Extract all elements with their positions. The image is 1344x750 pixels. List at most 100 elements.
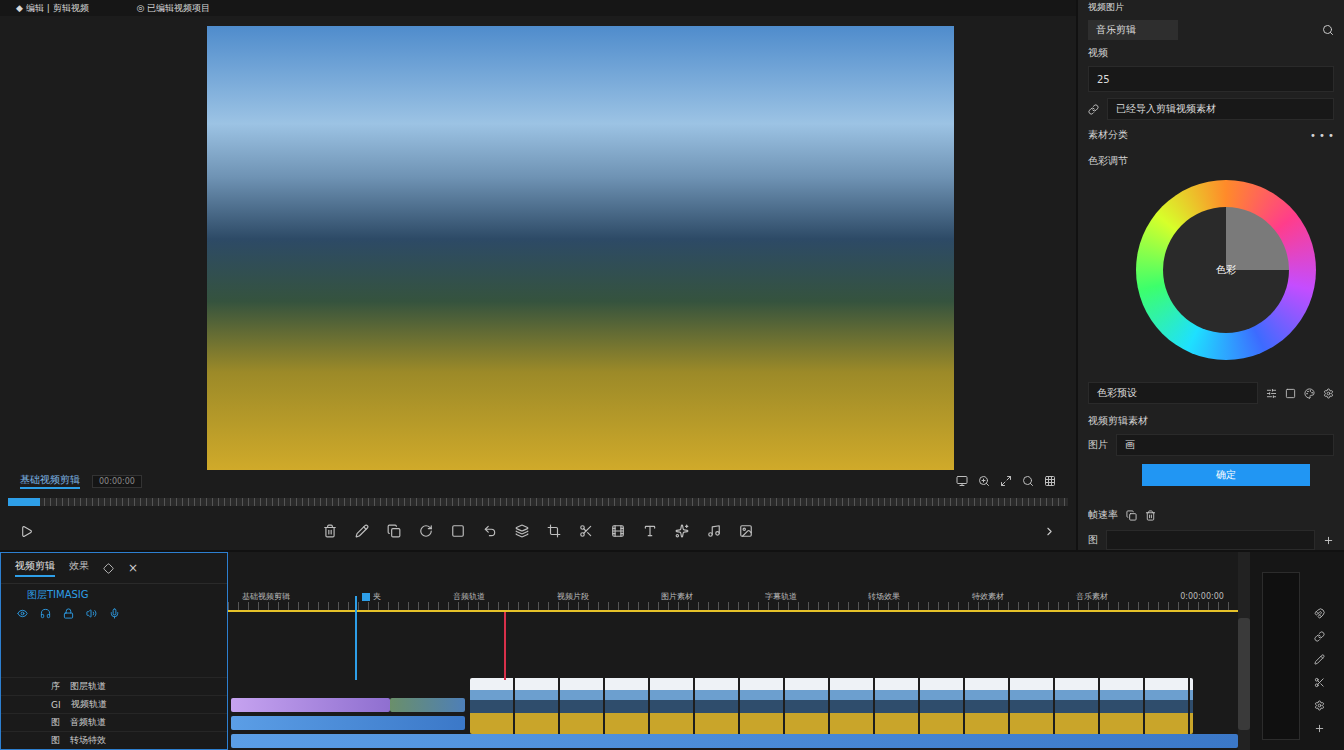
image-label: 图片: [1088, 438, 1108, 452]
viewer-title[interactable]: 基础视频剪辑: [20, 473, 80, 489]
layers-icon[interactable]: [515, 524, 529, 538]
clip[interactable]: [231, 698, 390, 712]
apply-button[interactable]: 确定: [1142, 464, 1310, 486]
footer-field[interactable]: [1106, 530, 1315, 550]
import-field[interactable]: 已经导入剪辑视频素材: [1107, 98, 1334, 120]
close-button[interactable]: ×: [128, 561, 138, 575]
inspector-title: 视频图片: [1088, 0, 1334, 14]
diamond-icon[interactable]: [103, 563, 114, 574]
timecode[interactable]: 00:00:00: [92, 475, 142, 488]
timeline-scrollbar[interactable]: [1238, 552, 1250, 750]
project-title[interactable]: ◎ 已编辑视频项目: [137, 2, 211, 15]
preset-field[interactable]: 色彩预设: [1088, 382, 1258, 404]
magnet-icon[interactable]: [1314, 608, 1325, 619]
ruler-label: 基础视频剪辑: [242, 591, 290, 602]
marker-line[interactable]: [355, 596, 357, 680]
layer-panel: 视频剪辑效果 × 图层TIMASIG 序图层轨道GI视频轨道图音频轨道图转场特效: [0, 552, 228, 750]
color-wheel[interactable]: 色彩: [1136, 180, 1316, 360]
zoom-icon[interactable]: [978, 475, 990, 487]
settings-icon[interactable]: [1314, 700, 1325, 711]
ruler-label: 转场效果: [868, 591, 900, 602]
more-button[interactable]: • • •: [1310, 130, 1334, 141]
preview-frame: [207, 26, 954, 470]
trash-icon[interactable]: [323, 524, 337, 538]
settings-icon[interactable]: [1323, 388, 1334, 399]
scrub-bar[interactable]: [8, 498, 1068, 506]
search-icon[interactable]: [1322, 24, 1334, 36]
track-label[interactable]: 图转场特效: [1, 731, 227, 749]
viewer-column: ◆ 编辑 | 剪辑视频 ◎ 已编辑视频项目基础视频剪辑 00:00:00: [0, 0, 1076, 550]
clip[interactable]: [390, 698, 466, 712]
plus-icon[interactable]: [1323, 535, 1334, 546]
track-label[interactable]: 序图层轨道: [1, 677, 227, 695]
panel-tab[interactable]: 效果: [69, 559, 89, 577]
top-bar: ◆ 编辑 | 剪辑视频 ◎ 已编辑视频项目: [0, 0, 1076, 16]
scissors-icon[interactable]: [579, 524, 593, 538]
inspector-panel: 视频图片音乐剪辑视频25已经导入剪辑视频素材素材分类• • •色彩调节色彩色彩预…: [1076, 0, 1344, 550]
category-label: 素材分类: [1088, 128, 1128, 142]
link-icon[interactable]: [1088, 104, 1099, 115]
work-area-line: [228, 610, 1238, 612]
monitor-icon[interactable]: [956, 475, 968, 487]
chevron-icon[interactable]: [1043, 525, 1056, 538]
scissors-icon[interactable]: [1314, 677, 1325, 688]
sparkles-icon[interactable]: [675, 524, 689, 538]
pencil-icon[interactable]: [355, 524, 369, 538]
grid-icon[interactable]: [1044, 475, 1056, 487]
timeline: 基础视频剪辑夹音频轨道视频片段图片素材字幕轨道转场效果特效素材音乐素材0:00:…: [228, 552, 1250, 750]
color-wheel-center: 色彩: [1163, 207, 1289, 333]
image-field[interactable]: 画: [1116, 434, 1334, 456]
film-icon[interactable]: [611, 524, 625, 538]
volume-icon[interactable]: [86, 608, 97, 619]
track-label[interactable]: 图音频轨道: [1, 713, 227, 731]
rotate-icon[interactable]: [419, 524, 433, 538]
ruler-label: 字幕轨道: [765, 591, 797, 602]
value-field[interactable]: 25: [1088, 66, 1334, 92]
image-icon[interactable]: [739, 524, 753, 538]
app-title[interactable]: ◆ 编辑 | 剪辑视频: [16, 2, 89, 15]
plus-icon[interactable]: [1314, 723, 1325, 734]
type-icon[interactable]: [643, 524, 657, 538]
tool-row: [0, 512, 1076, 550]
side-column: [1250, 552, 1344, 750]
main-area: ◆ 编辑 | 剪辑视频 ◎ 已编辑视频项目基础视频剪辑 00:00:00 视频图片音乐…: [0, 0, 1344, 550]
palette-icon[interactable]: [1304, 388, 1315, 399]
maximize-icon[interactable]: [1000, 475, 1012, 487]
lock-icon[interactable]: [63, 608, 74, 619]
clip[interactable]: [470, 678, 1192, 734]
preview-stage: [0, 16, 1076, 470]
color-title: 色彩调节: [1088, 150, 1334, 168]
crop-icon[interactable]: [547, 524, 561, 538]
bottom-area: 视频剪辑效果 × 图层TIMASIG 序图层轨道GI视频轨道图音频轨道图转场特效 基础视…: [0, 550, 1344, 750]
sliders-icon[interactable]: [1266, 388, 1277, 399]
clip[interactable]: [231, 734, 1238, 748]
ruler-label: 音乐素材: [1076, 591, 1108, 602]
marker[interactable]: [362, 593, 370, 601]
panel-tab[interactable]: 视频剪辑: [15, 559, 55, 577]
square-icon[interactable]: [451, 524, 465, 538]
trash-icon[interactable]: [1145, 510, 1156, 521]
mic-icon[interactable]: [109, 608, 120, 619]
clip[interactable]: [231, 716, 465, 730]
search-icon[interactable]: [1022, 475, 1034, 487]
pencil-icon[interactable]: [1314, 654, 1325, 665]
headphones-icon[interactable]: [40, 608, 51, 619]
copy-icon[interactable]: [1126, 510, 1137, 521]
search-field[interactable]: 音乐剪辑: [1088, 20, 1178, 40]
playhead[interactable]: [504, 612, 506, 680]
eye-icon[interactable]: [17, 608, 28, 619]
layer-subtitle: 图层TIMASIG: [1, 584, 227, 606]
undo-icon[interactable]: [483, 524, 497, 538]
copy-icon[interactable]: [387, 524, 401, 538]
ruler-label: 音频轨道: [453, 591, 485, 602]
link-icon[interactable]: [1314, 631, 1325, 642]
footer-label: 图: [1088, 533, 1098, 547]
square-icon[interactable]: [1285, 388, 1296, 399]
time-ruler[interactable]: 基础视频剪辑夹音频轨道视频片段图片素材字幕轨道转场效果特效素材音乐素材0:00:…: [228, 552, 1238, 612]
play-icon[interactable]: [20, 525, 33, 538]
ruler-label: 特效素材: [972, 591, 1004, 602]
ruler-label: 视频片段: [557, 591, 589, 602]
music-icon[interactable]: [707, 524, 721, 538]
track-area: [228, 678, 1238, 750]
track-label[interactable]: GI视频轨道: [1, 695, 227, 713]
